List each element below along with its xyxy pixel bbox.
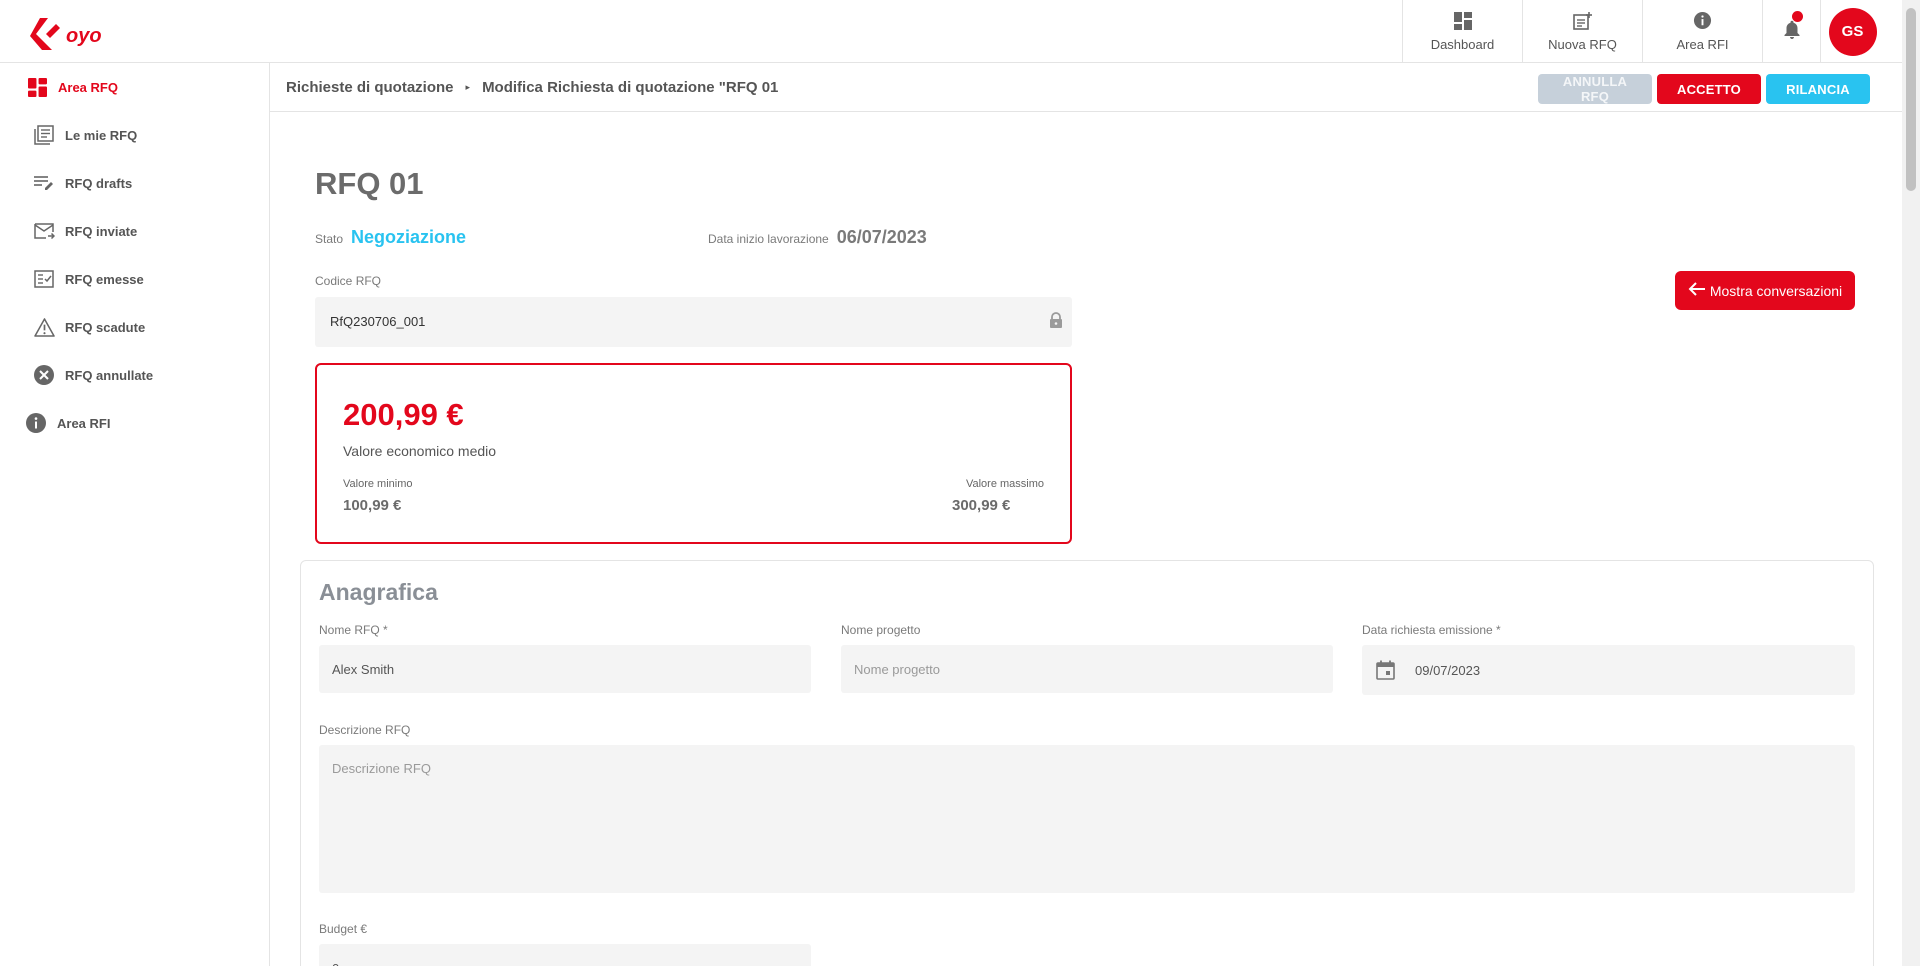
main-content: RFQ 01 Stato Negoziazione Data inizio la… xyxy=(270,112,1902,966)
sidebar-item-rfq-scadute[interactable]: RFQ scadute xyxy=(0,303,269,351)
status-row: Stato Negoziazione xyxy=(315,227,466,248)
sidebar-item-le-mie-rfq[interactable]: Le mie RFQ xyxy=(0,111,269,159)
rilancia-button[interactable]: RILANCIA xyxy=(1766,74,1870,104)
data-emissione-input[interactable]: 09/07/2023 xyxy=(1362,645,1855,695)
average-value: 200,99 € xyxy=(343,397,464,432)
topnav-dashboard[interactable]: Dashboard xyxy=(1402,0,1522,63)
max-value-label: Valore massimo xyxy=(965,478,1044,490)
action-buttons: ANNULLA RFQ ACCETTO RILANCIA xyxy=(1538,74,1870,104)
breadcrumb-parent[interactable]: Richieste di quotazione xyxy=(286,79,454,96)
send-mail-icon xyxy=(33,220,55,242)
info-icon xyxy=(25,412,47,434)
sidebar-item-label: RFQ inviate xyxy=(65,223,138,239)
min-value-label: Valore minimo xyxy=(343,478,413,490)
economic-value-card: 200,99 € Valore economico medio Valore m… xyxy=(315,363,1072,544)
max-value: 300,99 € xyxy=(952,497,1011,514)
data-emissione-label: Data richiesta emissione * xyxy=(1362,623,1501,637)
page-title: RFQ 01 xyxy=(315,166,424,201)
breadcrumb: Richieste di quotazione ▸ Modifica Richi… xyxy=(286,79,778,96)
start-date-row: Data inizio lavorazione 06/07/2023 xyxy=(708,227,927,248)
anagrafica-card: Anagrafica Nome RFQ * Alex Smith Nome pr… xyxy=(300,560,1874,966)
sidebar-item-label: RFQ scadute xyxy=(65,319,146,335)
lock-icon xyxy=(1049,312,1063,332)
chevron-right-icon: ▸ xyxy=(465,81,471,92)
sidebar-item-rfq-drafts[interactable]: RFQ drafts xyxy=(0,159,269,207)
notifications-button[interactable] xyxy=(1762,0,1820,63)
section-title: Anagrafica xyxy=(319,579,438,605)
sidebar-item-rfq-emesse[interactable]: RFQ emesse xyxy=(0,255,269,303)
dashboard-icon xyxy=(1453,11,1472,37)
calendar-icon xyxy=(1376,660,1395,680)
user-menu[interactable]: GS xyxy=(1820,0,1884,63)
sidebar-item-area-rfq[interactable]: Area RFQ xyxy=(0,63,269,111)
status-label: Stato xyxy=(315,232,344,246)
budget-label: Budget € xyxy=(319,922,368,936)
oyo-logo[interactable]: oyo xyxy=(26,14,116,52)
nome-progetto-label: Nome progetto xyxy=(841,623,921,637)
start-date-value: 06/07/2023 xyxy=(836,227,927,247)
bell-icon xyxy=(1784,20,1800,44)
mostra-conversazioni-button[interactable]: Mostra conversazioni xyxy=(1675,271,1855,310)
new-document-icon xyxy=(1572,11,1593,37)
topnav-nuova-rfq-label: Nuova RFQ xyxy=(1548,36,1617,52)
page-scrollbar[interactable] xyxy=(1902,0,1920,966)
sidebar-item-rfq-inviate[interactable]: RFQ inviate xyxy=(0,207,269,255)
topnav-area-rfi-label: Area RFI xyxy=(1676,37,1729,52)
topnav-nuova-rfq[interactable]: Nuova RFQ xyxy=(1522,0,1642,63)
top-nav: Dashboard Nuova RFQ Area RFI GS xyxy=(1402,0,1884,63)
annulla-rfq-button[interactable]: ANNULLA RFQ xyxy=(1538,74,1652,104)
accetto-button[interactable]: ACCETTO xyxy=(1657,74,1761,104)
list-icon xyxy=(33,124,55,146)
budget-input[interactable]: 0 xyxy=(319,944,811,966)
notification-badge xyxy=(1792,11,1803,22)
min-value: 100,99 € xyxy=(343,497,402,514)
nome-rfq-input[interactable]: Alex Smith xyxy=(319,645,811,693)
edit-list-icon xyxy=(33,172,55,194)
breadcrumb-bar: Richieste di quotazione ▸ Modifica Richi… xyxy=(270,63,1902,112)
sidebar-item-label: RFQ annullate xyxy=(65,367,154,383)
mostra-conversazioni-label: Mostra conversazioni xyxy=(1709,282,1843,299)
codice-rfq-label: Codice RFQ xyxy=(315,274,382,288)
checklist-icon xyxy=(33,268,55,290)
status-badge: Negoziazione xyxy=(351,227,467,247)
sidebar-item-area-rfi[interactable]: Area RFI xyxy=(0,399,269,447)
data-emissione-value: 09/07/2023 xyxy=(1415,662,1481,678)
top-bar: oyo Dashboard Nuova RFQ Area RFI GS xyxy=(0,0,1902,63)
topnav-area-rfi[interactable]: Area RFI xyxy=(1642,0,1762,63)
descrizione-label: Descrizione RFQ xyxy=(319,723,411,737)
codice-rfq-value: RfQ230706_001 xyxy=(330,314,426,329)
topnav-dashboard-label: Dashboard xyxy=(1430,36,1495,52)
average-value-label: Valore economico medio xyxy=(343,443,497,459)
breadcrumb-current: Modifica Richiesta di quotazione "RFQ 01 xyxy=(482,78,779,96)
cancel-icon xyxy=(33,364,55,386)
start-date-label: Data inizio lavorazione xyxy=(708,232,829,246)
sidebar-item-label: Area RFI xyxy=(57,415,111,431)
warning-icon xyxy=(33,316,55,338)
descrizione-textarea[interactable]: Descrizione RFQ xyxy=(319,745,1855,893)
dashboard-icon xyxy=(26,76,48,98)
info-icon xyxy=(1693,11,1712,37)
arrow-left-icon xyxy=(1688,281,1710,300)
sidebar: Area RFQ Le mie RFQ RFQ drafts RFQ invia… xyxy=(0,63,270,966)
avatar[interactable]: GS xyxy=(1828,7,1877,56)
sidebar-item-label: RFQ drafts xyxy=(65,175,133,191)
codice-rfq-field: RfQ230706_001 xyxy=(315,297,1072,347)
sidebar-item-label: RFQ emesse xyxy=(65,271,144,287)
sidebar-item-rfq-annullate[interactable]: RFQ annullate xyxy=(0,351,269,399)
sidebar-item-label: Le mie RFQ xyxy=(65,127,138,143)
nome-rfq-label: Nome RFQ * xyxy=(319,623,388,637)
scrollbar-thumb[interactable] xyxy=(1906,8,1916,191)
svg-text:oyo: oyo xyxy=(66,25,102,47)
nome-progetto-input[interactable]: Nome progetto xyxy=(841,645,1333,693)
sidebar-item-label: Area RFQ xyxy=(58,79,118,95)
